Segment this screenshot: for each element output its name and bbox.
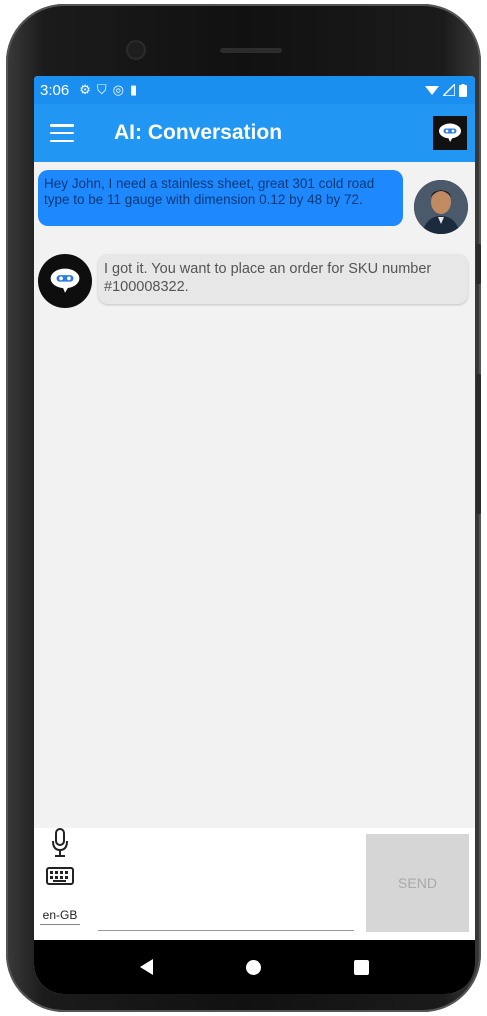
send-button[interactable]: SEND [366, 834, 469, 932]
status-time: 3:06 [40, 81, 70, 99]
user-avatar [414, 180, 468, 234]
wifi-status-icon [425, 86, 439, 95]
back-triangle-icon[interactable] [140, 959, 154, 975]
home-circle-icon[interactable] [245, 959, 261, 975]
signal-status-icon [443, 84, 455, 96]
front-camera [128, 42, 144, 58]
locale-selector[interactable]: en-GB [40, 908, 80, 925]
bot-avatar-icon [38, 254, 92, 308]
conversation-area[interactable]: Hey John, I need a stainless sheet, grea… [34, 162, 475, 822]
app-title: AI: Conversation [114, 121, 283, 144]
input-bar: en-GB SEND [34, 828, 475, 940]
battery-status-icon [459, 83, 467, 97]
data-saver-status-icon: ◎ [112, 82, 124, 97]
system-navigation-bar [34, 940, 475, 994]
earpiece-speaker [220, 48, 282, 53]
app-screen: 3:06 ⚙ ⛉ ◎ ▮ AI: Conversation Hey John, … [34, 76, 475, 994]
keyboard-icon[interactable] [46, 866, 74, 886]
power-button [476, 374, 481, 514]
phone-frame: 3:06 ⚙ ⛉ ◎ ▮ AI: Conversation Hey John, … [6, 4, 481, 1012]
volume-button [476, 244, 481, 284]
settings-gear-status-icon: ⚙ [79, 82, 91, 97]
chat-bubble-logo-icon[interactable] [433, 116, 467, 150]
app-bar: AI: Conversation [34, 104, 475, 162]
bot-message-bubble: I got it. You want to place an order for… [98, 254, 468, 304]
hamburger-menu-icon[interactable] [50, 124, 74, 142]
status-right-icons [425, 83, 467, 97]
shield-status-icon: ⛉ [96, 82, 107, 97]
user-message-bubble: Hey John, I need a stainless sheet, grea… [38, 170, 403, 226]
sd-card-status-icon: ▮ [129, 82, 138, 97]
microphone-icon[interactable] [50, 828, 70, 858]
message-input[interactable] [98, 848, 354, 931]
status-bar: 3:06 ⚙ ⛉ ◎ ▮ [34, 76, 475, 104]
recents-square-icon[interactable] [353, 959, 369, 975]
